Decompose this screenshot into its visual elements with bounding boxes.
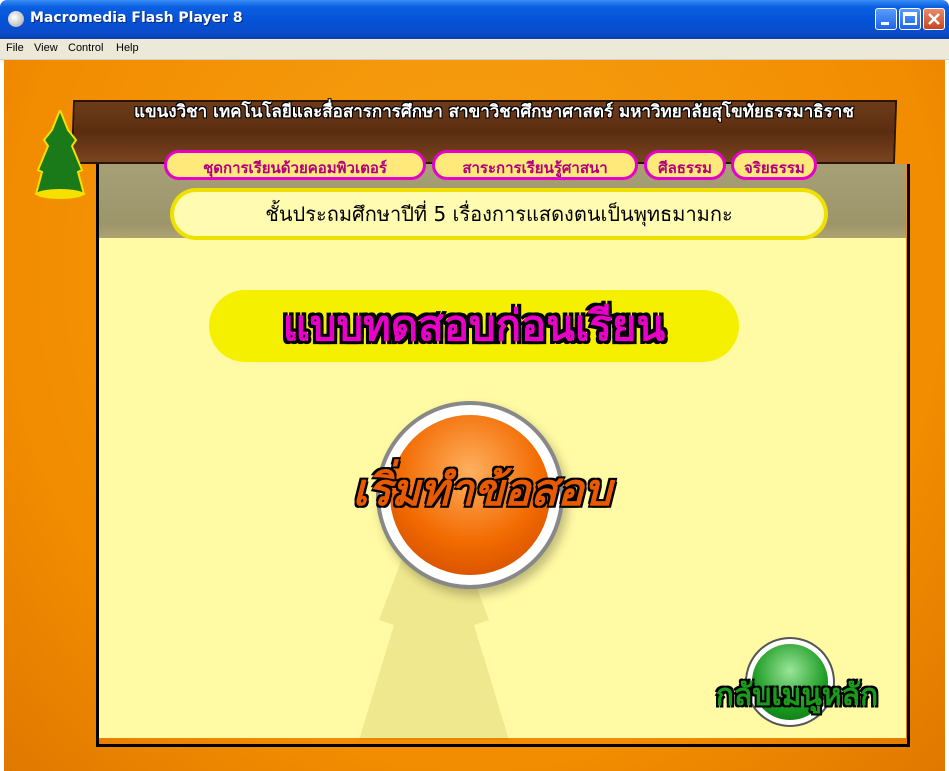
close-icon[interactable] xyxy=(923,8,945,30)
minimize-icon[interactable] xyxy=(875,8,897,30)
tag-computer-lesson: ชุดการเรียนด้วยคอมพิวเตอร์ xyxy=(164,150,426,180)
menu-file[interactable]: File xyxy=(6,42,24,54)
tag-ethics: จริยธรรม xyxy=(731,150,817,180)
menu-help[interactable]: Help xyxy=(116,42,139,54)
university-logo xyxy=(34,110,86,199)
back-to-main-menu-label[interactable]: กลับเมนูหลัก xyxy=(692,672,902,719)
lesson-subtitle: ชั้นประถมศึกษาปีที่ 5 เรื่องการแสดงตนเป็… xyxy=(174,192,824,236)
institution-heading: แขนงวิชา เทคโนโลยีและสื่อสารการศึกษา สาข… xyxy=(134,102,854,122)
start-exam-label[interactable]: เริ่มทำข้อสอบ xyxy=(322,455,642,525)
flash-player-icon xyxy=(8,11,24,27)
tag-religion: สาระการเรียนรู้ศาสนา xyxy=(432,150,638,180)
maximize-icon[interactable] xyxy=(899,8,921,30)
window-title-bar[interactable]: Macromedia Flash Player 8 xyxy=(0,0,949,39)
pretest-title: แบบทดสอบก่อนเรียน xyxy=(209,290,739,362)
menu-control[interactable]: Control xyxy=(68,42,103,54)
window-title: Macromedia Flash Player 8 xyxy=(30,10,243,26)
menu-bar: File View Control Help xyxy=(0,39,949,60)
flash-stage: แขนงวิชา เทคโนโลยีและสื่อสารการศึกษา สาข… xyxy=(4,60,945,771)
tag-morality: ศีลธรรม xyxy=(644,150,726,180)
menu-view[interactable]: View xyxy=(34,42,58,54)
